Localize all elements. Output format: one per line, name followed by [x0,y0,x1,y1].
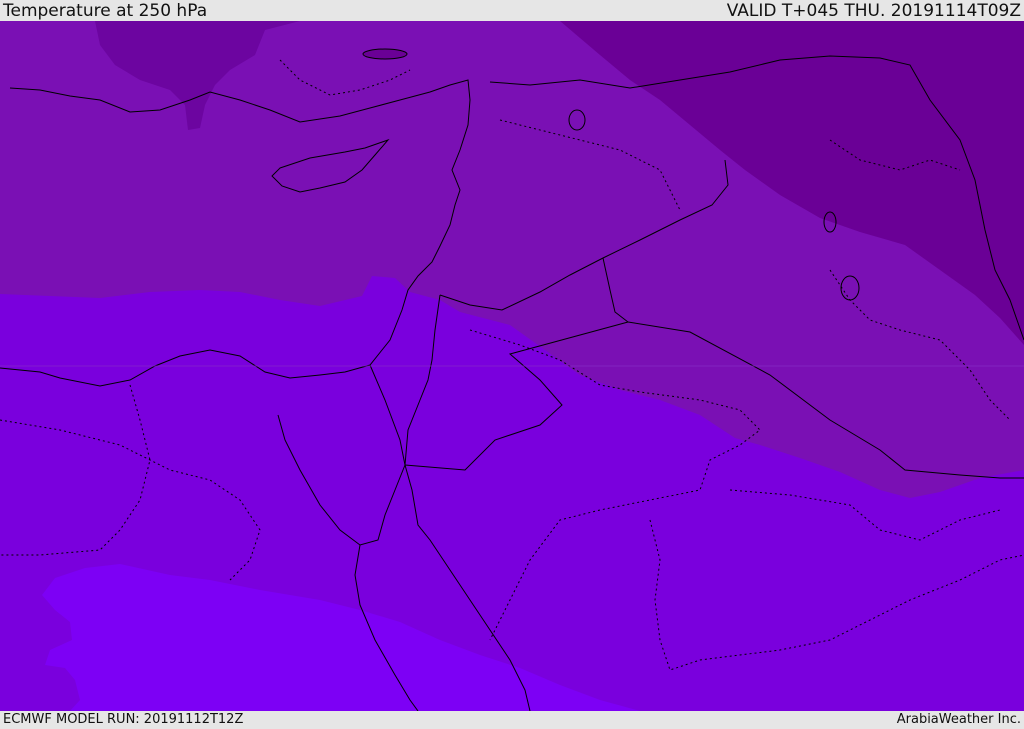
map-title: Temperature at 250 hPa [3,1,208,21]
model-run: ECMWF MODEL RUN: 20191112T12Z [3,712,244,727]
temperature-map[interactable] [0,21,1024,711]
map-header: Temperature at 250 hPa VALID T+045 THU. … [0,0,1024,21]
credit: ArabiaWeather Inc. [896,712,1021,727]
valid-time: VALID T+045 THU. 20191114T09Z [726,1,1021,21]
map-footer: ECMWF MODEL RUN: 20191112T12Z ArabiaWeat… [0,711,1024,729]
map-canvas [0,21,1024,711]
